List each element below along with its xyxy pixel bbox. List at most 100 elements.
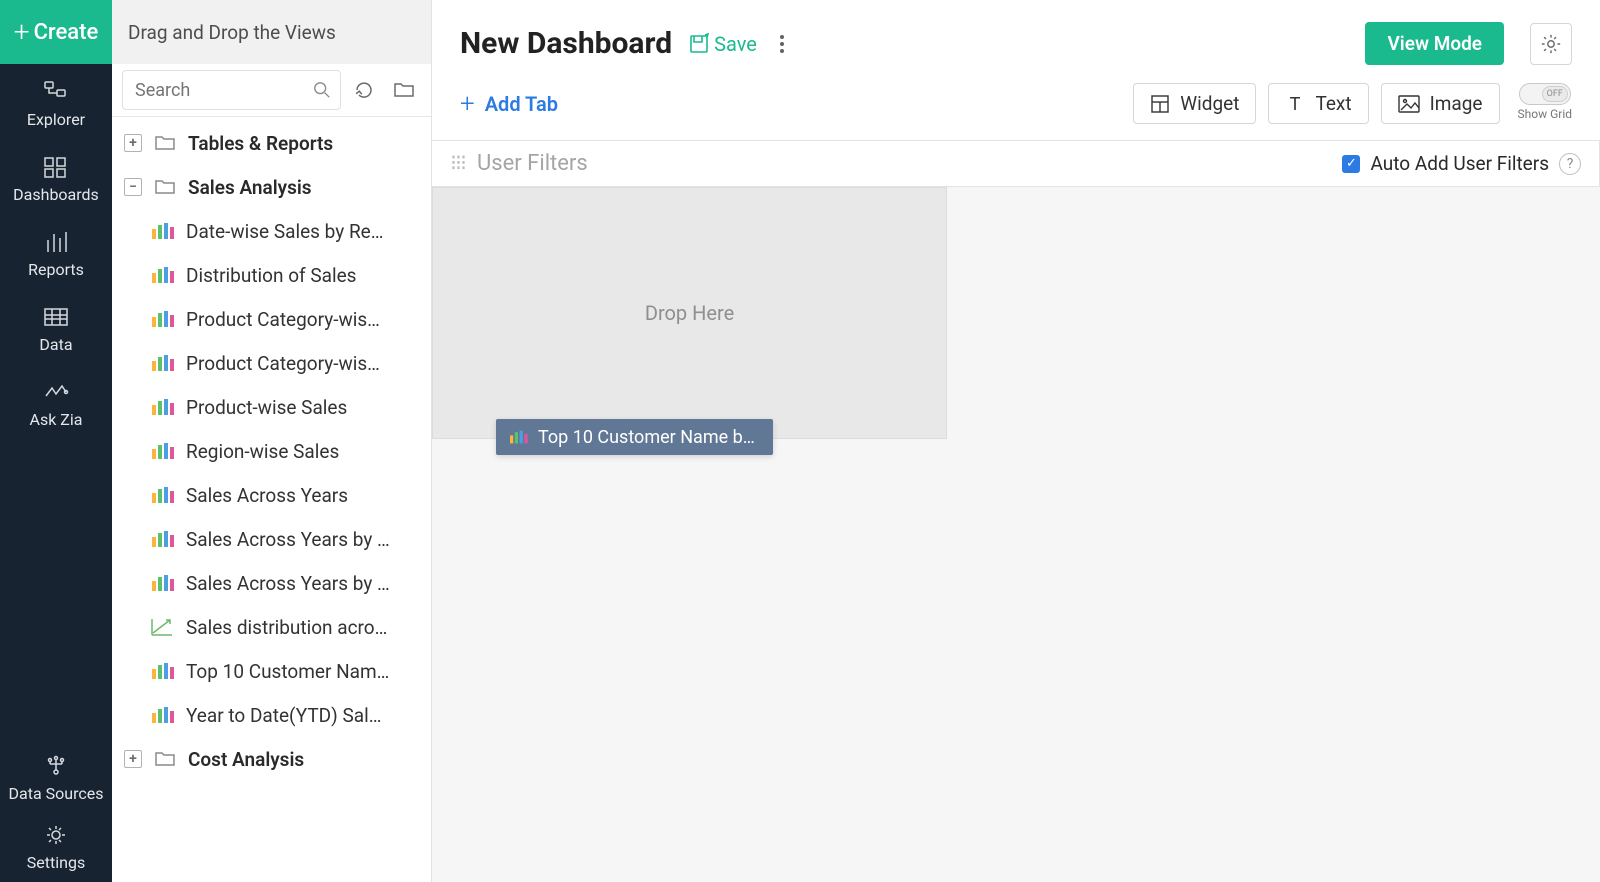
report-label: Sales distribution acro…	[186, 616, 387, 639]
new-folder-button[interactable]	[387, 73, 421, 107]
show-grid-toggle[interactable]: OFF	[1519, 83, 1571, 105]
tree-report[interactable]: Product Category-wis…	[112, 341, 431, 385]
chart-icon	[150, 353, 174, 373]
report-label: Sales Across Years	[186, 484, 348, 507]
text-button[interactable]: T Text	[1268, 83, 1368, 124]
save-button[interactable]: Save	[688, 32, 757, 56]
report-label: Product-wise Sales	[186, 396, 347, 419]
chart-icon	[150, 397, 174, 417]
expand-icon[interactable]: +	[124, 750, 142, 768]
tree-report[interactable]: Distribution of Sales	[112, 253, 431, 297]
chart-icon	[150, 485, 174, 505]
rail-label: Data Sources	[9, 784, 104, 803]
page-title: New Dashboard	[460, 26, 672, 61]
show-grid-label: Show Grid	[1518, 107, 1573, 121]
rail-item-dashboards[interactable]: Dashboards	[0, 139, 112, 214]
tree-folder[interactable]: + Cost Analysis	[112, 737, 431, 781]
folder-label: Tables & Reports	[188, 132, 333, 155]
tree-report[interactable]: Sales Across Years by …	[112, 561, 431, 605]
report-label: Year to Date(YTD) Sal…	[186, 704, 381, 727]
rail-label: Dashboards	[13, 185, 99, 204]
drop-zone[interactable]: Drop Here	[432, 187, 947, 439]
svg-text:T: T	[1290, 94, 1301, 114]
auto-add-filters-label: Auto Add User Filters	[1370, 152, 1549, 175]
dashboard-canvas[interactable]: Drop Here Top 10 Customer Name b…	[432, 187, 1600, 882]
folder-icon	[154, 750, 176, 768]
image-icon	[1398, 95, 1420, 113]
expand-icon[interactable]: +	[124, 134, 142, 152]
rail-item-settings[interactable]: Settings	[5, 813, 108, 882]
rail-item-data[interactable]: Data	[0, 289, 112, 364]
create-button[interactable]: + Create	[0, 0, 112, 64]
folder-label: Sales Analysis	[188, 176, 312, 199]
search-icon[interactable]	[313, 81, 331, 99]
drag-chip-label: Top 10 Customer Name b…	[538, 427, 761, 448]
ask-zia-icon	[42, 380, 70, 404]
help-icon[interactable]: ?	[1559, 153, 1581, 175]
text-icon: T	[1285, 94, 1305, 114]
tree-report[interactable]: Region-wise Sales	[112, 429, 431, 473]
folder-label: Cost Analysis	[188, 748, 304, 771]
chart-icon	[150, 661, 174, 681]
create-label: Create	[34, 20, 99, 45]
add-tab-button[interactable]: + Add Tab	[460, 89, 558, 119]
report-label: Sales Across Years by …	[186, 572, 390, 595]
views-panel-title: Drag and Drop the Views	[112, 0, 431, 64]
chart-icon	[150, 529, 174, 549]
tree-report[interactable]: Product Category-wis…	[112, 297, 431, 341]
user-filters-bar[interactable]: ⁝⁝⁝ User Filters ✓ Auto Add User Filters…	[432, 140, 1600, 187]
views-panel: Drag and Drop the Views + Tables & Repor…	[112, 0, 432, 882]
search-box	[122, 70, 341, 110]
chart-icon	[508, 429, 528, 445]
rail-item-reports[interactable]: Reports	[0, 214, 112, 289]
rail-item-ask-zia[interactable]: Ask Zia	[0, 364, 112, 439]
chart-icon	[150, 573, 174, 593]
tree-report[interactable]: Top 10 Customer Nam…	[112, 649, 431, 693]
report-label: Product Category-wis…	[186, 352, 380, 375]
widget-label: Widget	[1180, 92, 1239, 115]
widget-button[interactable]: Widget	[1133, 83, 1256, 124]
tree-folder[interactable]: + Tables & Reports	[112, 121, 431, 165]
tree-report[interactable]: Date-wise Sales by Re…	[112, 209, 431, 253]
settings-icon	[42, 823, 70, 847]
plus-icon: +	[14, 18, 30, 46]
save-label: Save	[714, 32, 757, 56]
add-tab-label: Add Tab	[485, 92, 558, 116]
views-tree: + Tables & Reports − Sales Analysis Date…	[112, 117, 431, 882]
tree-folder[interactable]: − Sales Analysis	[112, 165, 431, 209]
chart-icon	[150, 265, 174, 285]
more-button[interactable]	[773, 29, 791, 59]
dashboard-settings-button[interactable]	[1530, 23, 1572, 65]
image-button[interactable]: Image	[1381, 83, 1500, 124]
dashboards-icon	[42, 155, 70, 179]
data-icon	[42, 305, 70, 329]
view-mode-button[interactable]: View Mode	[1365, 22, 1504, 65]
report-label: Region-wise Sales	[186, 440, 339, 463]
tree-report[interactable]: Year to Date(YTD) Sal…	[112, 693, 431, 737]
rail-label: Reports	[28, 260, 84, 279]
folder-icon	[154, 134, 176, 152]
toggle-knob: OFF	[1542, 86, 1568, 102]
collapse-icon[interactable]: −	[124, 178, 142, 196]
tree-report[interactable]: Product-wise Sales	[112, 385, 431, 429]
search-input[interactable]	[122, 70, 341, 110]
reports-icon	[42, 230, 70, 254]
tree-report[interactable]: Sales distribution acro…	[112, 605, 431, 649]
chart-icon	[150, 309, 174, 329]
rail-label: Data	[39, 335, 72, 354]
auto-add-filters-checkbox[interactable]: ✓	[1342, 155, 1360, 173]
rail-item-data-sources[interactable]: Data Sources	[5, 744, 108, 813]
chart-icon	[150, 705, 174, 725]
chart-icon	[150, 441, 174, 461]
more-vertical-icon	[779, 33, 785, 55]
report-label: Date-wise Sales by Re…	[186, 220, 383, 243]
scatter-chart-icon	[150, 617, 174, 637]
drag-handle-icon[interactable]: ⁝⁝⁝	[450, 151, 465, 176]
dragging-report-chip[interactable]: Top 10 Customer Name b…	[496, 419, 773, 455]
tree-report[interactable]: Sales Across Years	[112, 473, 431, 517]
data-sources-icon	[42, 754, 70, 778]
rail-item-explorer[interactable]: Explorer	[0, 64, 112, 139]
tree-report[interactable]: Sales Across Years by …	[112, 517, 431, 561]
refresh-button[interactable]	[347, 73, 381, 107]
text-label: Text	[1315, 92, 1351, 115]
